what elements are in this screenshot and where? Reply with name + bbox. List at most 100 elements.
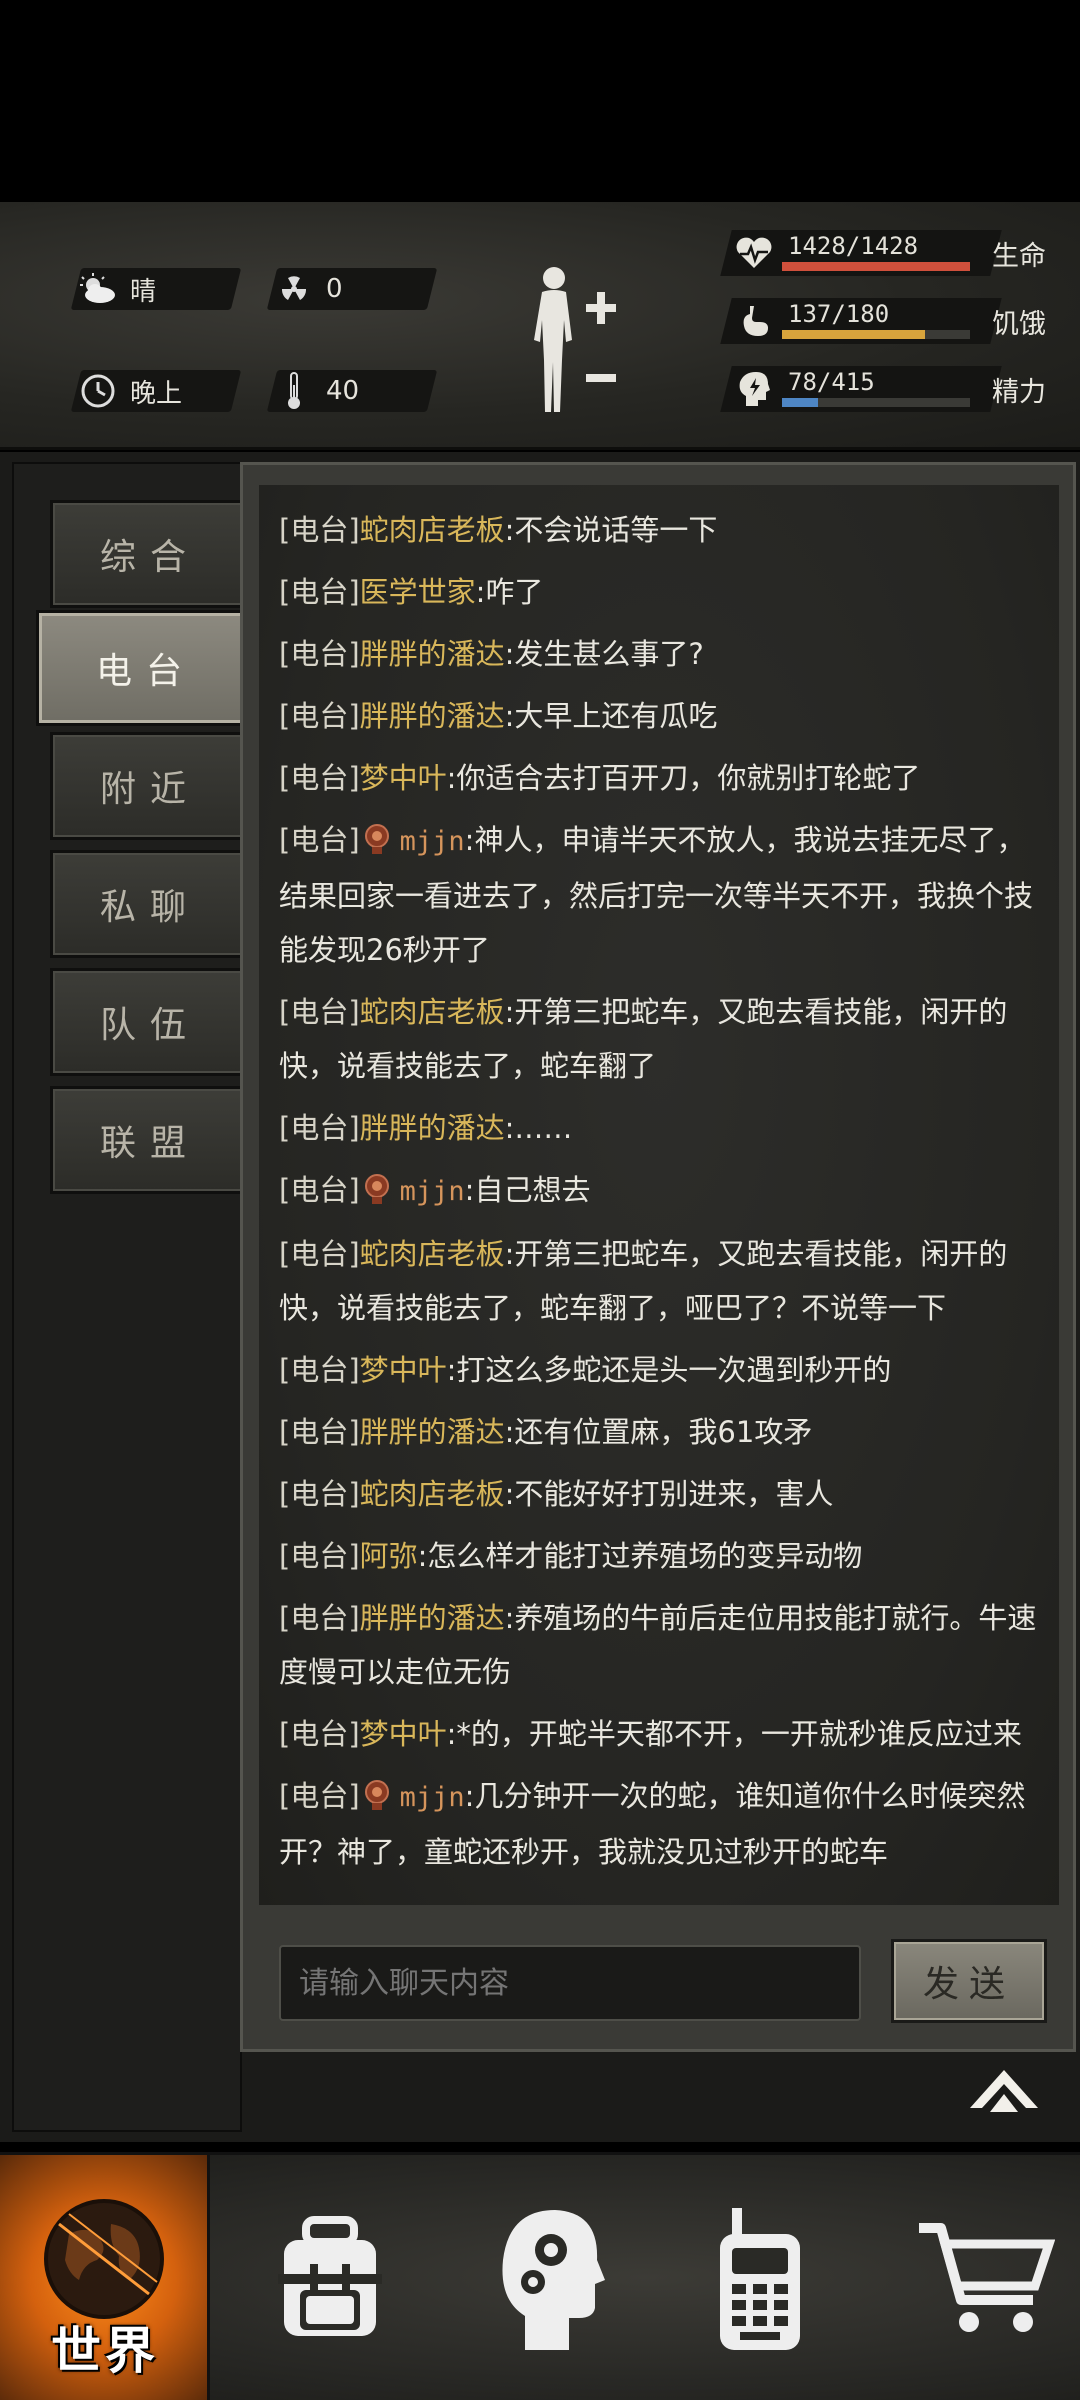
hunger-label: 饥饿 [992, 309, 1046, 340]
chat-message: [电台]胖胖的潘达:还有位置麻，我61攻矛 [279, 1405, 1047, 1459]
chat-message: [电台] mjjn:自己想去 [279, 1163, 1047, 1219]
chat-input[interactable] [279, 1945, 861, 2021]
message-sender[interactable]: 蛇肉店老板 [360, 995, 505, 1029]
message-sender[interactable]: mjjn [400, 1782, 465, 1813]
stomach-icon [743, 306, 768, 336]
chat-message: [电台]蛇肉店老板:不能好好打别进来，害人 [279, 1467, 1047, 1521]
message-channel: [电台] [279, 1601, 360, 1635]
globe-icon [43, 2199, 164, 2319]
chat-message: [电台]梦中叶:打这么多蛇还是头一次遇到秒开的 [279, 1343, 1047, 1397]
message-sender[interactable]: 蛇肉店老板 [360, 1477, 505, 1511]
chat-message: [电台]蛇肉店老板:不会说话等一下 [279, 503, 1047, 557]
tab-general[interactable]: 综合 [50, 500, 250, 608]
message-sender[interactable]: 胖胖的潘达 [360, 1601, 505, 1635]
walkie-talkie-icon [720, 2208, 800, 2350]
message-channel: [电台] [279, 575, 360, 609]
message-sender[interactable]: 阿弥 [360, 1539, 418, 1573]
health-bar: 1428/1428 生命 [720, 230, 1060, 278]
hunger-fill [782, 330, 925, 339]
message-text: :不能好好打别进来，害人 [504, 1477, 834, 1511]
tab-team[interactable]: 队伍 [50, 968, 250, 1076]
user-avatar-icon[interactable] [362, 822, 392, 856]
chat-message: [电台]胖胖的潘达:…… [279, 1101, 1047, 1155]
health-label: 生命 [992, 241, 1046, 272]
chat-message: [电台]医学世家:咋了 [279, 565, 1047, 619]
nav-world-label: 世界 [51, 2322, 159, 2380]
human-body-icon [534, 267, 616, 412]
energy-fill [782, 398, 818, 407]
chat-message: [电台]梦中叶:*的，开蛇半天都不开，一开就秒谁反应过来 [279, 1707, 1047, 1761]
chat-window: 综合 电台 附近 私聊 队伍 联盟 [电台]蛇肉店老板:不会说话等一下 [电台]医… [0, 452, 1080, 2142]
tab-radio[interactable]: 电台 [36, 610, 256, 726]
energy-label: 精力 [992, 377, 1046, 408]
weather-indicator: 晴 [70, 268, 242, 310]
body-status-button[interactable] [520, 262, 630, 422]
nav-backpack-button[interactable] [250, 2155, 410, 2400]
chat-message: [电台]梦中叶:你适合去打百开刀，你就别打轮蛇了 [279, 751, 1047, 805]
message-channel: [电台] [279, 1539, 360, 1573]
message-channel: [电台] [279, 1173, 360, 1207]
message-text: :…… [504, 1111, 573, 1145]
message-channel: [电台] [279, 1111, 360, 1145]
energy-bar: 78/415 精力 [720, 366, 1060, 414]
message-channel: [电台] [279, 1415, 360, 1449]
message-text: :神人，申请半天不放人，我说去挂无尽了，结果回家一看进去了，然后打完一次等半天不… [279, 823, 1034, 967]
chat-message: [电台]胖胖的潘达:养殖场的牛前后走位用技能打就行。牛速度慢可以走位无伤 [279, 1591, 1047, 1699]
nav-radio-button[interactable] [680, 2155, 840, 2400]
nav-skills-button[interactable] [470, 2155, 630, 2400]
message-sender[interactable]: mjjn [400, 826, 465, 857]
status-hud: 晴 0 晚上 40 1428/1428 生命 137/180 饥饿 78/415… [0, 202, 1080, 450]
message-sender[interactable]: 蛇肉店老板 [360, 513, 505, 547]
chat-message: [电台]阿弥:怎么样才能打过养殖场的变异动物 [279, 1529, 1047, 1583]
message-channel: [电台] [279, 1353, 360, 1387]
user-avatar-icon[interactable] [362, 1172, 392, 1206]
shopping-cart-icon [919, 2223, 1055, 2332]
radiation-icon [272, 268, 316, 310]
send-button[interactable]: 发送 [891, 1939, 1047, 2023]
message-text: :大早上还有瓜吃 [504, 699, 718, 733]
message-channel: [电台] [279, 1237, 360, 1271]
hunger-bar: 137/180 饥饿 [720, 298, 1060, 346]
weather-text: 晴 [130, 276, 157, 307]
message-text: :自己想去 [464, 1173, 591, 1207]
temperature-indicator: 40 [266, 370, 438, 412]
message-channel: [电台] [279, 1477, 360, 1511]
message-sender[interactable]: mjjn [400, 1176, 465, 1207]
message-sender[interactable]: 蛇肉店老板 [360, 1237, 505, 1271]
message-sender[interactable]: 胖胖的潘达 [360, 637, 505, 671]
message-text: :你适合去打百开刀，你就别打轮蛇了 [446, 761, 921, 795]
message-sender[interactable]: 胖胖的潘达 [360, 699, 505, 733]
message-sender[interactable]: 胖胖的潘达 [360, 1415, 505, 1449]
radiation-indicator: 0 [266, 268, 438, 310]
message-text: :咋了 [475, 575, 544, 609]
message-text: :怎么样才能打过养殖场的变异动物 [417, 1539, 863, 1573]
tab-nearby[interactable]: 附近 [50, 732, 250, 840]
energy-value: 78/415 [788, 368, 875, 396]
message-sender[interactable]: 梦中叶 [360, 1717, 447, 1751]
chat-message: [电台]蛇肉店老板:开第三把蛇车，又跑去看技能，闲开的快，说看技能去了，蛇车翻了… [279, 1227, 1047, 1335]
message-sender[interactable]: 胖胖的潘达 [360, 1111, 505, 1145]
message-text: :打这么多蛇还是头一次遇到秒开的 [446, 1353, 892, 1387]
message-sender[interactable]: 梦中叶 [360, 761, 447, 795]
collapse-chevron-icon[interactable] [966, 2064, 1042, 2120]
heart-icon [736, 237, 772, 268]
chat-message: [电台]蛇肉店老板:开第三把蛇车，又跑去看技能，闲开的快，说看技能去了，蛇车翻了 [279, 985, 1047, 1093]
message-channel: [电台] [279, 637, 360, 671]
user-avatar-icon[interactable] [362, 1778, 392, 1812]
message-channel: [电台] [279, 995, 360, 1029]
chat-log[interactable]: [电台]蛇肉店老板:不会说话等一下 [电台]医学世家:咋了 [电台]胖胖的潘达:发生… [259, 485, 1059, 1905]
message-sender[interactable]: 梦中叶 [360, 1353, 447, 1387]
message-channel: [电台] [279, 699, 360, 733]
head-gears-icon [502, 2210, 605, 2350]
tab-private[interactable]: 私聊 [50, 850, 250, 958]
nav-world-button[interactable]: 世界 [0, 2155, 210, 2400]
bottom-nav: 世界 [0, 2152, 1080, 2400]
time-indicator: 晚上 [70, 370, 242, 412]
message-sender[interactable]: 医学世家 [360, 575, 476, 609]
message-text: :发生甚么事了? [504, 637, 704, 671]
chat-panel: [电台]蛇肉店老板:不会说话等一下 [电台]医学世家:咋了 [电台]胖胖的潘达:发生… [240, 462, 1076, 2052]
nav-shop-button[interactable] [900, 2155, 1070, 2400]
tab-alliance[interactable]: 联盟 [50, 1086, 250, 1194]
backpack-icon [278, 2216, 382, 2336]
clock-icon [76, 370, 120, 412]
